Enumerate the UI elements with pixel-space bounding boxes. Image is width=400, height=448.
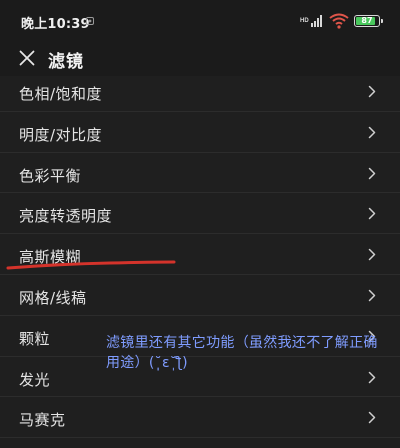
chevron-right-icon	[368, 126, 376, 139]
chevron-right-icon	[368, 289, 376, 302]
menu-item-label: 马赛克	[19, 411, 66, 430]
status-bar: 晚上10:39 HD 87	[0, 0, 400, 40]
close-button[interactable]	[14, 47, 40, 69]
menu-item-label: 高斯模糊	[19, 248, 82, 267]
menu-item[interactable]: 明度/对比度	[0, 112, 400, 153]
menu-item-label: 网格/线稿	[19, 288, 87, 307]
page-title: 滤镜	[48, 52, 84, 72]
chevron-right-icon	[368, 167, 376, 179]
signal-icon: HD	[300, 15, 322, 27]
annotation-text: 滤镜里还有其它功能（虽然我还不了解正确用途）(˘̩̩̩ε˘̩ƪ)	[106, 335, 378, 371]
menu-item-label: 明度/对比度	[19, 125, 103, 144]
filter-menu-list: 色相/饱和度 明度/对比度 色彩平衡亮度转透明度 高斯模糊网格/线稿颗粒发光马赛克	[0, 71, 400, 439]
battery-icon: 87	[354, 15, 383, 27]
menu-item-label: 色彩平衡	[19, 166, 82, 185]
menu-item[interactable]: 马赛克	[0, 397, 400, 439]
chevron-right-icon	[368, 248, 376, 261]
menu-item[interactable]: 网格/线稿	[0, 275, 400, 316]
notification-icon	[86, 17, 94, 25]
menu-item[interactable]: 高斯模糊	[0, 234, 400, 275]
battery-level: 87	[361, 16, 373, 25]
menu-item-label: 色相/饱和度	[19, 85, 103, 103]
menu-item-label: 颗粒	[19, 329, 51, 348]
wifi-icon	[329, 13, 349, 29]
status-icons: HD 87	[300, 12, 383, 30]
close-icon	[19, 50, 35, 66]
menu-item-label: 发光	[19, 370, 51, 389]
menu-item[interactable]: 亮度转透明度	[0, 193, 400, 235]
menu-item[interactable]: 色彩平衡	[0, 153, 400, 194]
app-screen: 晚上10:39 HD 87 滤镜 色相/饱和度 明度/对比度 色彩平衡 亮度转透…	[0, 0, 400, 448]
menu-item-label: 亮度转透明度	[19, 207, 113, 226]
chevron-right-icon	[368, 208, 376, 220]
chevron-right-icon	[368, 412, 376, 424]
svg-text:HD: HD	[300, 18, 309, 24]
menu-item[interactable]: 色相/饱和度	[0, 71, 400, 112]
status-time: 晚上10:39	[21, 17, 90, 32]
chevron-right-icon	[368, 85, 376, 98]
